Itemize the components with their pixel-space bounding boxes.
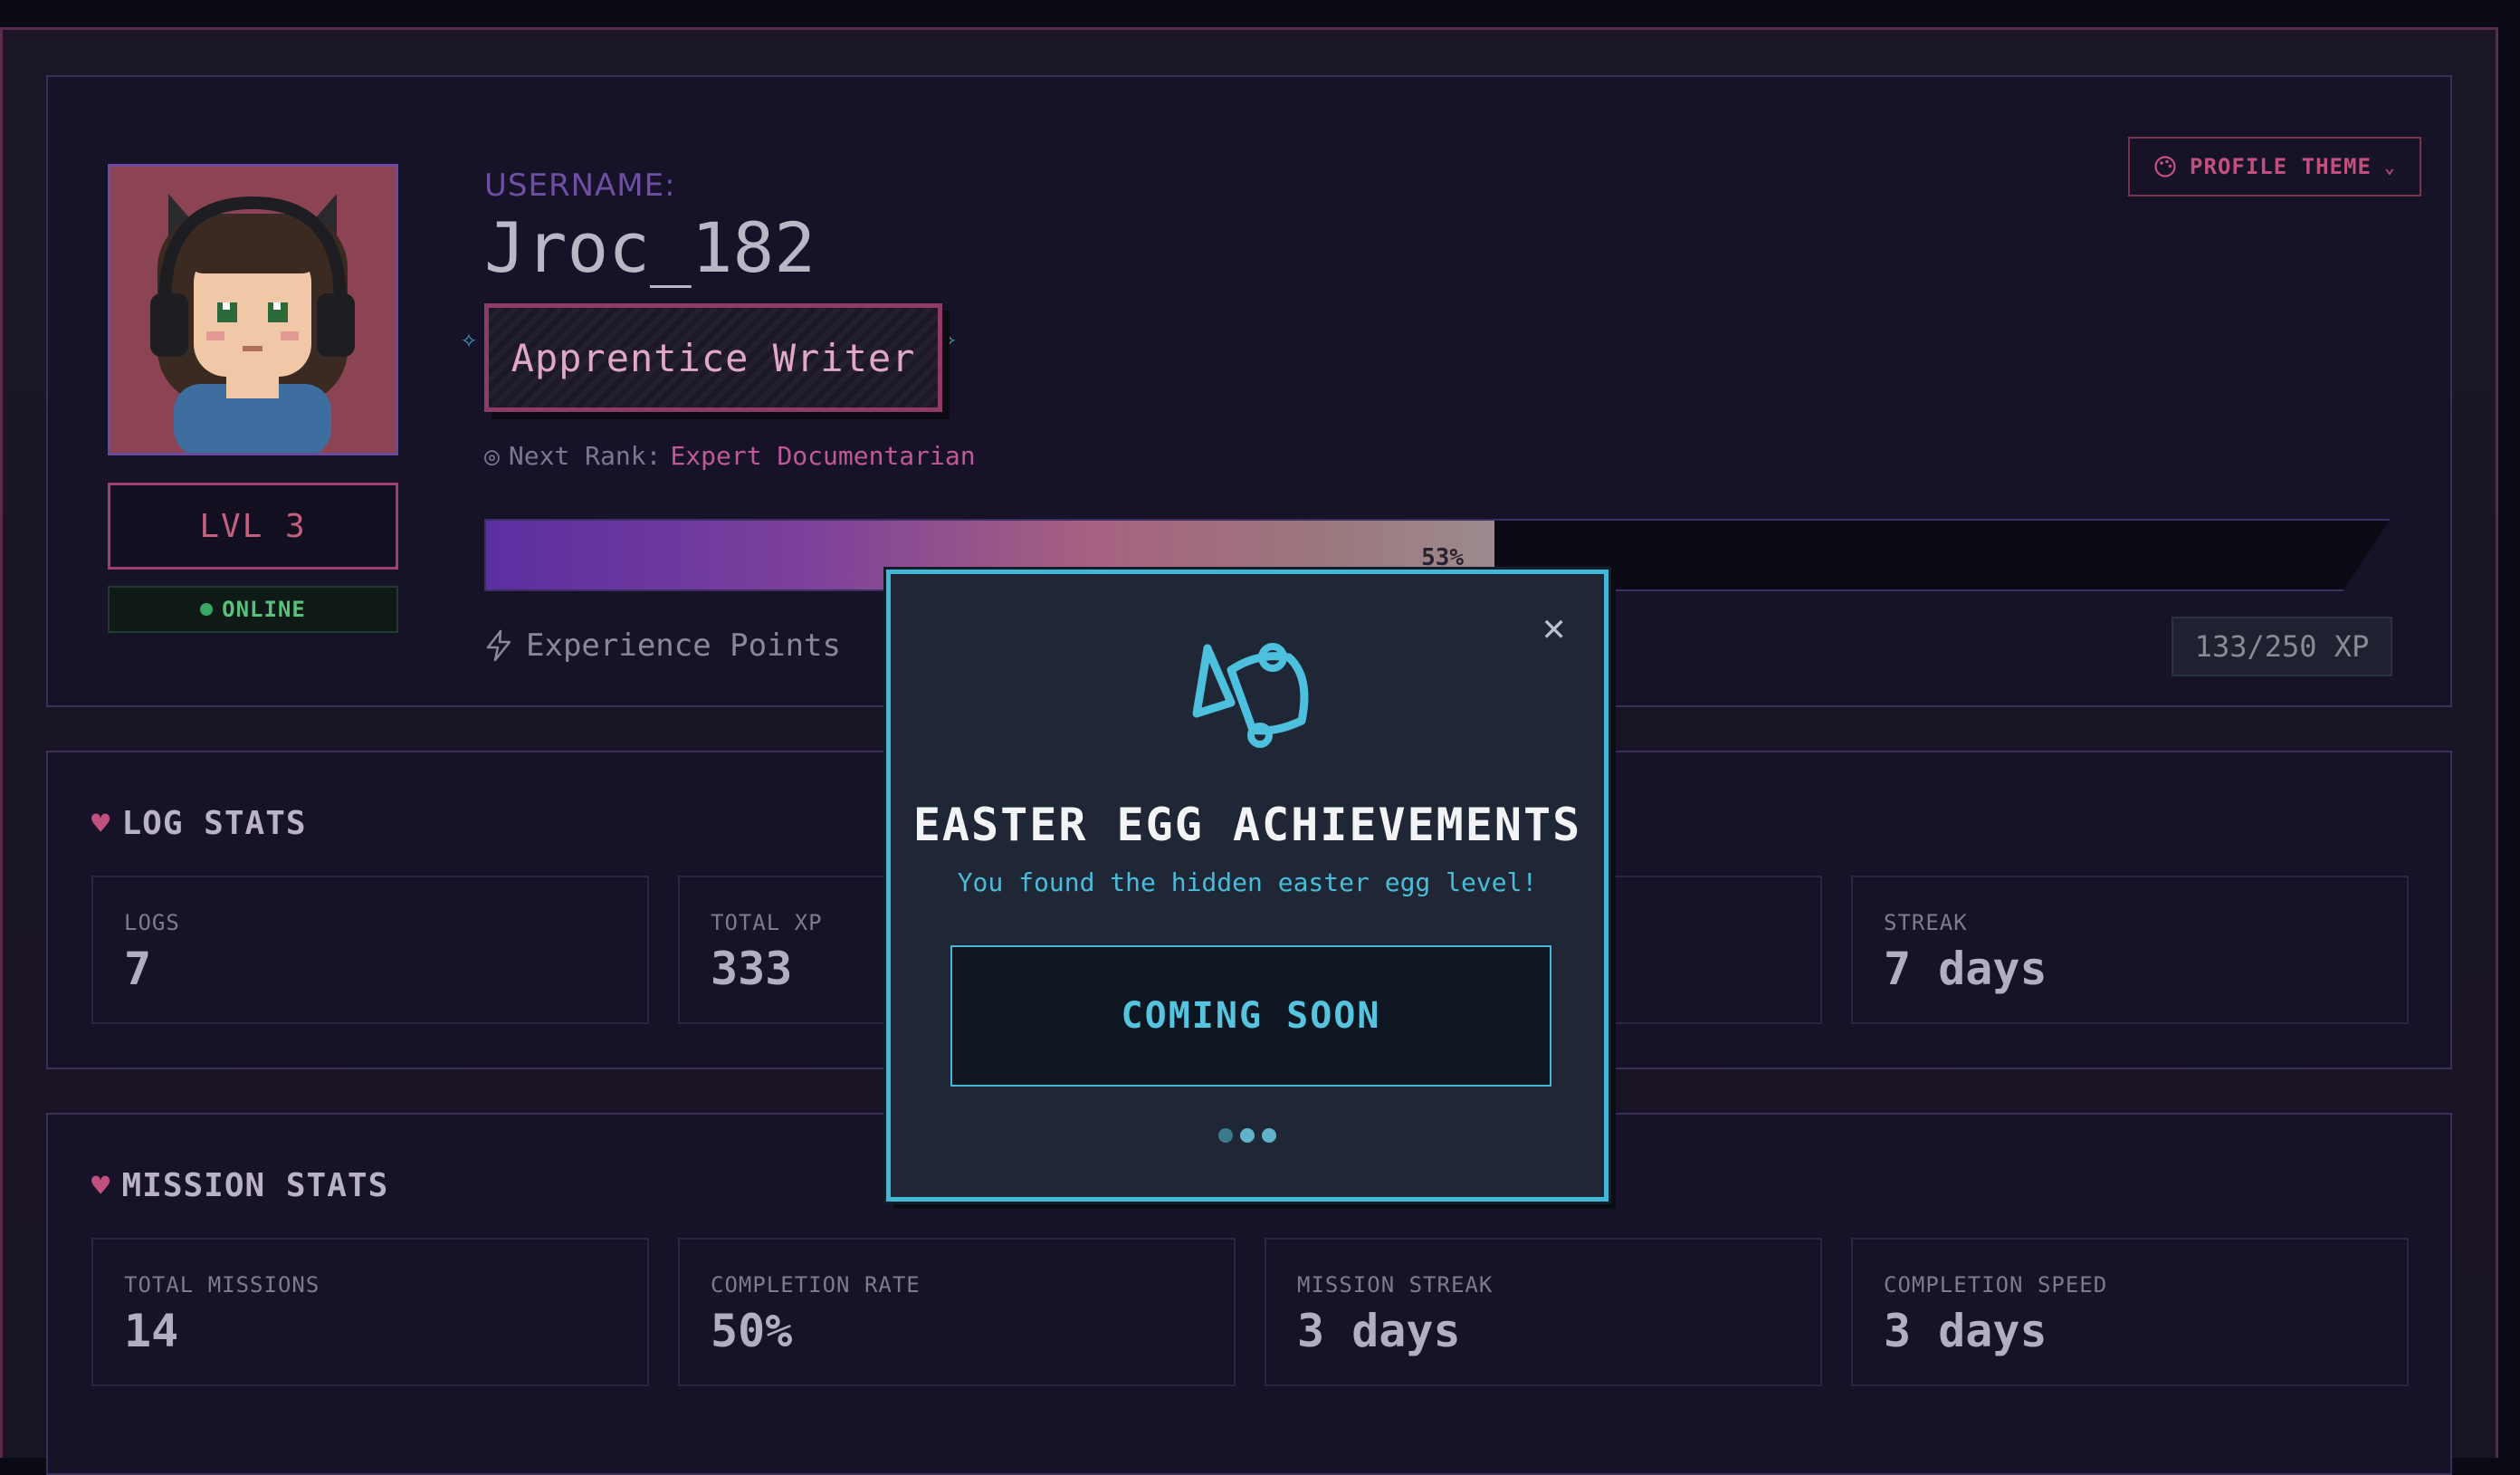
log-stats-title: ♥ LOG STATS bbox=[91, 805, 307, 842]
online-dot-icon bbox=[200, 603, 214, 616]
dot bbox=[1262, 1128, 1276, 1143]
xp-label-text: Experience Points bbox=[526, 627, 841, 664]
lightning-icon bbox=[486, 629, 511, 662]
stat-label: TOTAL MISSIONS bbox=[124, 1272, 320, 1298]
online-status: ONLINE bbox=[108, 586, 398, 633]
next-rank-label: Next Rank: bbox=[508, 441, 662, 471]
stat-card-completion-rate: COMPLETION RATE 50% bbox=[678, 1238, 1236, 1386]
stat-value: 3 days bbox=[1884, 1305, 2048, 1357]
xp-count: 133/250 XP bbox=[2172, 617, 2392, 676]
coming-soon-button[interactable]: COMING SOON bbox=[950, 945, 1551, 1087]
stat-card-streak: STREAK 7 days bbox=[1851, 876, 2409, 1024]
stat-value: 3 days bbox=[1297, 1305, 1461, 1357]
stat-label: MISSION STREAK bbox=[1297, 1272, 1494, 1298]
stat-label: STREAK bbox=[1884, 910, 1968, 935]
next-rank: ◎ Next Rank: Expert Documentarian bbox=[484, 441, 976, 471]
rank-badge: Apprentice Writer bbox=[484, 303, 942, 412]
stat-card-mission-streak: MISSION STREAK 3 days bbox=[1265, 1238, 1822, 1386]
stat-card-total-missions: TOTAL MISSIONS 14 bbox=[91, 1238, 649, 1386]
dot bbox=[1240, 1128, 1255, 1143]
sparkle-icon: ✧ bbox=[940, 323, 958, 355]
heart-icon: ♥ bbox=[91, 805, 111, 842]
chevron-down-icon: ⌄ bbox=[2383, 156, 2396, 177]
easter-egg-modal: ✕ EASTER EGG ACHIEVEMENTS You found the … bbox=[886, 570, 1608, 1202]
megaphone-icon bbox=[1192, 643, 1309, 748]
stat-value: 50% bbox=[711, 1305, 793, 1357]
username-label: USERNAME: bbox=[484, 168, 676, 204]
stat-card-completion-speed: COMPLETION SPEED 3 days bbox=[1851, 1238, 2409, 1386]
loading-dots bbox=[891, 1128, 1604, 1143]
stat-value: 7 bbox=[124, 943, 152, 995]
xp-percent-label: 53% bbox=[1421, 544, 1465, 571]
stat-value: 7 days bbox=[1884, 943, 2048, 995]
mission-stats-title-text: MISSION STATS bbox=[121, 1167, 389, 1204]
profile-theme-label: PROFILE THEME bbox=[2190, 154, 2372, 179]
stat-value: 333 bbox=[711, 943, 793, 995]
dot bbox=[1218, 1128, 1233, 1143]
level-badge: LVL 3 bbox=[108, 483, 398, 570]
avatar-pixel-art bbox=[110, 167, 396, 453]
close-icon[interactable]: ✕ bbox=[1542, 608, 1565, 647]
modal-subtitle: You found the hidden easter egg level! bbox=[957, 867, 1538, 897]
avatar bbox=[108, 164, 398, 455]
next-rank-value: Expert Documentarian bbox=[670, 441, 976, 471]
profile-theme-button[interactable]: PROFILE THEME ⌄ bbox=[2128, 137, 2421, 196]
stat-value: 14 bbox=[124, 1305, 179, 1357]
heart-icon: ♥ bbox=[91, 1167, 111, 1204]
modal-title: EASTER EGG ACHIEVEMENTS bbox=[912, 799, 1582, 851]
palette-icon bbox=[2154, 156, 2176, 177]
mission-stats-title: ♥ MISSION STATS bbox=[91, 1167, 388, 1204]
sparkle-icon: ✧ bbox=[461, 323, 478, 355]
xp-label: Experience Points bbox=[484, 627, 841, 664]
username: Jroc_182 bbox=[484, 207, 816, 288]
stat-label: COMPLETION RATE bbox=[711, 1272, 921, 1298]
stat-label: LOGS bbox=[124, 910, 180, 935]
stat-label: TOTAL XP bbox=[711, 910, 823, 935]
stat-card-logs: LOGS 7 bbox=[91, 876, 649, 1024]
log-stats-title-text: LOG STATS bbox=[121, 805, 307, 842]
stat-label: COMPLETION SPEED bbox=[1884, 1272, 2108, 1298]
online-status-label: ONLINE bbox=[222, 597, 306, 622]
target-icon: ◎ bbox=[484, 441, 500, 471]
